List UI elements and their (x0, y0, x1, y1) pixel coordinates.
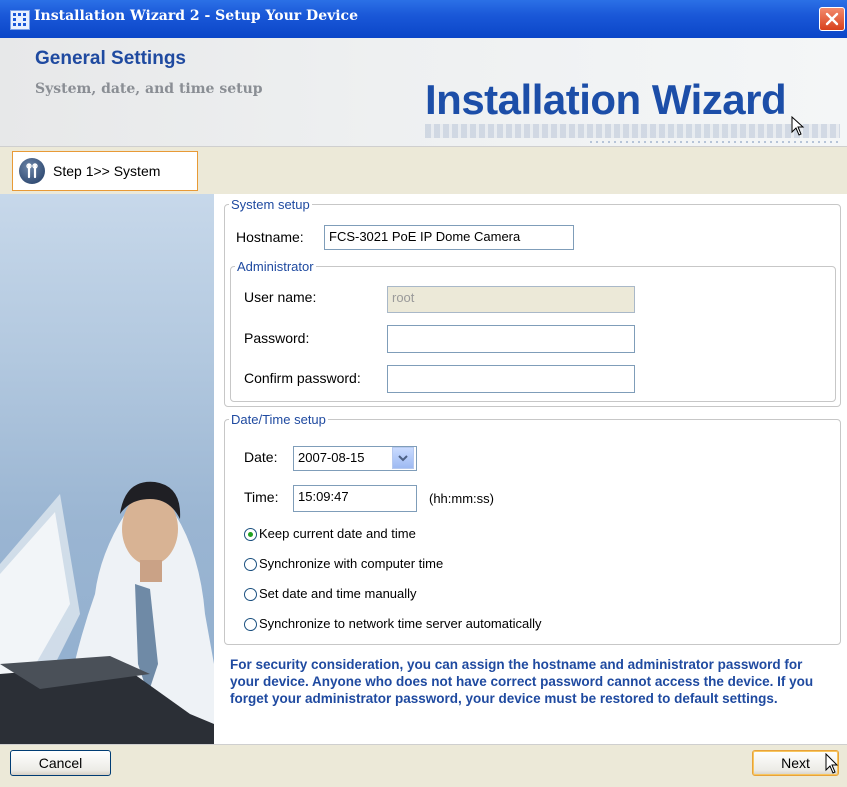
option-sync-computer-label[interactable]: Synchronize with computer time (259, 556, 443, 571)
header-subtitle: System, date, and time setup (35, 81, 263, 97)
hostname-field[interactable]: FCS-3021 PoE IP Dome Camera (324, 225, 574, 250)
chevron-down-icon (398, 455, 408, 462)
administrator-legend: Administrator (237, 259, 314, 274)
system-setup-legend: System setup (231, 197, 310, 212)
date-dropdown-button[interactable] (392, 447, 414, 469)
window-title: Installation Wizard 2 - Setup Your Devic… (34, 8, 358, 24)
radio-keep-current[interactable] (244, 528, 257, 541)
logo-divider (590, 141, 840, 143)
username-field[interactable]: root (387, 286, 635, 313)
username-label: User name: (244, 289, 317, 305)
tab-step1-system[interactable]: Step 1>> System (12, 151, 198, 191)
close-icon (825, 12, 839, 26)
cancel-button[interactable]: Cancel (10, 750, 111, 776)
datetime-setup-legend: Date/Time setup (231, 412, 326, 427)
close-button[interactable] (819, 7, 845, 31)
header-title: General Settings (35, 48, 186, 69)
radio-sync-ntp[interactable] (244, 618, 257, 631)
time-label: Time: (244, 489, 279, 505)
option-set-manual-label[interactable]: Set date and time manually (259, 586, 417, 601)
time-field[interactable]: 15:09:47 (293, 485, 417, 512)
confirm-password-label: Confirm password: (244, 370, 361, 386)
mouse-cursor-icon (791, 116, 805, 136)
app-icon (10, 10, 30, 30)
option-sync-ntp-label[interactable]: Synchronize to network time server autom… (259, 616, 542, 631)
password-field[interactable] (387, 325, 635, 353)
side-photo (0, 194, 214, 744)
footer-bar (0, 744, 847, 787)
logo-reflection (425, 124, 840, 138)
radio-set-manual[interactable] (244, 588, 257, 601)
date-label: Date: (244, 449, 278, 465)
hostname-label: Hostname: (236, 229, 304, 245)
tab-label: Step 1>> System (53, 163, 161, 179)
wizard-tools-icon (19, 158, 45, 184)
security-notice: For security consideration, you can assi… (230, 657, 814, 706)
time-format-hint: (hh:mm:ss) (429, 491, 494, 506)
option-keep-current-label[interactable]: Keep current date and time (259, 526, 416, 541)
wizard-logo: Installation Wizard (425, 76, 787, 123)
radio-sync-computer[interactable] (244, 558, 257, 571)
confirm-password-field[interactable] (387, 365, 635, 393)
mouse-cursor-icon (825, 753, 839, 774)
password-label: Password: (244, 330, 310, 346)
